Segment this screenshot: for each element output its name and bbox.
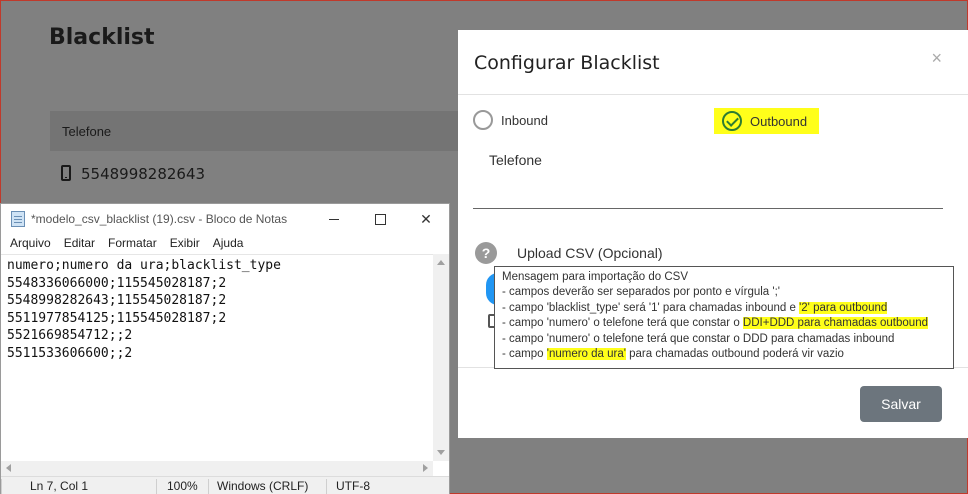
close-icon[interactable]: × [931, 48, 942, 69]
notepad-title: *modelo_csv_blacklist (19).csv - Bloco d… [31, 212, 288, 226]
text-line: 5511533606600;;2 [7, 345, 133, 361]
tooltip-line: - campo 'numero' o telefone terá que con… [502, 316, 946, 331]
radio-inbound-label: Inbound [501, 112, 548, 128]
phone-field-label: Telefone [489, 152, 542, 168]
upload-csv-row: ? Upload CSV (Opcional) [475, 242, 663, 264]
notepad-text-area[interactable]: numero;numero da ura;blacklist_type 5548… [1, 254, 433, 461]
check-circle-icon[interactable] [722, 111, 742, 131]
notepad-menubar: Arquivo Editar Formatar Exibir Ajuda [1, 234, 449, 254]
mobile-phone-icon [61, 165, 71, 181]
tooltip-highlight: DDI+DDD para chamadas outbound [742, 317, 928, 330]
divider [458, 94, 968, 95]
text-line: 5548336066000;115545028187;2 [7, 275, 227, 291]
menu-formatar[interactable]: Formatar [108, 234, 157, 254]
menu-ajuda[interactable]: Ajuda [213, 234, 244, 254]
scroll-right-icon[interactable] [423, 464, 428, 472]
page-title: Blacklist [49, 25, 155, 50]
divider [1, 479, 2, 494]
status-encoding: UTF-8 [336, 479, 370, 493]
menu-arquivo[interactable]: Arquivo [10, 234, 51, 254]
tooltip-line: - campo 'blacklist_type' será '1' para c… [502, 301, 946, 316]
notepad-titlebar[interactable]: *modelo_csv_blacklist (19).csv - Bloco d… [1, 204, 449, 234]
scroll-down-icon[interactable] [437, 450, 445, 455]
tooltip-text: para chamadas outbound poderá vir vazio [625, 348, 844, 361]
divider [156, 479, 157, 494]
menu-editar[interactable]: Editar [64, 234, 95, 254]
text-line: numero;numero da ura;blacklist_type [7, 258, 281, 273]
phone-input[interactable] [473, 175, 943, 209]
scroll-up-icon[interactable] [437, 260, 445, 265]
notepad-window: *modelo_csv_blacklist (19).csv - Bloco d… [0, 203, 450, 494]
tooltip-line: - campo 'numero' o telefone terá que con… [502, 332, 895, 345]
vertical-scrollbar[interactable] [433, 254, 449, 461]
configurar-blacklist-modal: Configurar Blacklist × Inbound Outbound … [458, 30, 968, 438]
tooltip-text: - campo 'blacklist_type' será '1' para c… [502, 301, 800, 314]
horizontal-scrollbar[interactable] [1, 461, 433, 476]
tooltip-line: - campo 'numero da ura' para chamadas ou… [502, 347, 946, 362]
upload-csv-label: Upload CSV (Opcional) [517, 245, 663, 261]
table-row: 5548998282643 [61, 165, 205, 183]
table-header: Telefone [50, 111, 470, 151]
column-header-telefone: Telefone [62, 124, 112, 139]
notepad-statusbar: Ln 7, Col 1 100% Windows (CRLF) UTF-8 [1, 476, 449, 494]
text-line: 5548998282643;115545028187;2 [7, 293, 227, 308]
tooltip-line: Mensagem para importação do CSV [502, 271, 689, 283]
save-button[interactable]: Salvar [860, 386, 942, 422]
modal-title: Configurar Blacklist [474, 52, 660, 74]
text-line: 5511977854125;115545028187;2 [7, 310, 227, 326]
close-window-icon[interactable]: ✕ [403, 204, 449, 234]
menu-exibir[interactable]: Exibir [170, 234, 200, 254]
minimize-icon[interactable] [311, 204, 357, 234]
tooltip-text: - campo [502, 348, 547, 361]
tooltip-line: - campos deverão ser separados por ponto… [502, 286, 780, 299]
status-line-ending: Windows (CRLF) [217, 479, 309, 493]
help-icon[interactable]: ? [475, 242, 497, 264]
status-position: Ln 7, Col 1 [30, 479, 89, 493]
radio-outbound-label: Outbound [750, 113, 808, 129]
divider [208, 479, 209, 494]
status-zoom: 100% [167, 479, 198, 493]
tooltip-text: - campo 'numero' o telefone terá que con… [502, 317, 743, 330]
radio-inbound[interactable]: Inbound [473, 110, 548, 130]
radio-outbound[interactable]: Outbound [714, 108, 820, 134]
tooltip-highlight: 'numero da ura' [546, 348, 626, 361]
tooltip-highlight: '2' para outbound [799, 301, 888, 314]
divider [326, 479, 327, 494]
notepad-app-icon [11, 211, 25, 227]
scroll-left-icon[interactable] [6, 464, 11, 472]
radio-unchecked-icon[interactable] [473, 110, 493, 130]
csv-help-tooltip: Mensagem para importação do CSV - campos… [494, 266, 954, 369]
row-phone-number: 5548998282643 [81, 165, 206, 183]
text-line: 5521669854712;;2 [7, 328, 133, 343]
maximize-icon[interactable] [357, 204, 403, 234]
